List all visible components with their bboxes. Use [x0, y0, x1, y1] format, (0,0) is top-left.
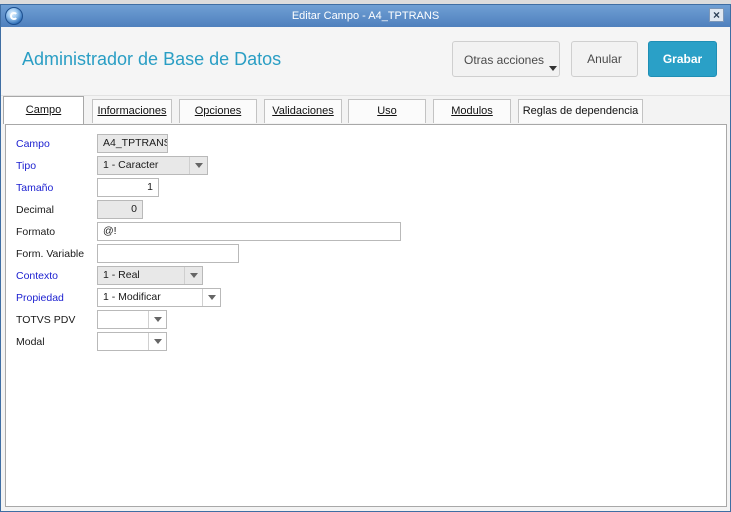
chevron-down-icon[interactable]: [184, 267, 202, 284]
tab-validaciones[interactable]: Validaciones: [264, 99, 342, 123]
contexto-value: 1 - Real: [103, 269, 140, 281]
form-variable-field[interactable]: [97, 244, 239, 263]
tab-reglas-de-dependencia[interactable]: Reglas de dependencia: [518, 99, 643, 123]
tamano-label: Tamaño: [16, 182, 54, 194]
tab-validaciones-label: Validaciones: [272, 105, 334, 117]
propiedad-label: Propiedad: [16, 292, 64, 304]
tab-reglas-label: Reglas de dependencia: [522, 105, 639, 117]
campo-form-panel: Campo A4_TPTRANS Tipo 1 - Caracter Tamañ…: [5, 124, 727, 507]
formato-field[interactable]: @!: [97, 222, 401, 241]
tab-informaciones[interactable]: Informaciones: [92, 99, 172, 123]
tipo-label: Tipo: [16, 160, 37, 172]
propiedad-select[interactable]: 1 - Modificar: [97, 288, 221, 307]
anular-button[interactable]: Anular: [571, 41, 638, 77]
tipo-select[interactable]: 1 - Caracter: [97, 156, 208, 175]
title-bar: Editar Campo - A4_TPTRANS ×: [1, 5, 730, 27]
window-title: Editar Campo - A4_TPTRANS: [291, 10, 440, 22]
decimal-label: Decimal: [16, 204, 54, 216]
tab-opciones[interactable]: Opciones: [179, 99, 257, 123]
contexto-label: Contexto: [16, 270, 59, 282]
header-bar: Administrador de Base de Datos Otras acc…: [1, 27, 730, 96]
chevron-down-icon[interactable]: [148, 311, 166, 328]
chevron-down-icon[interactable]: [189, 157, 207, 174]
tab-uso-label: Uso: [377, 105, 397, 117]
formato-label: Formato: [16, 226, 56, 238]
totvs-pdv-label: TOTVS PDV: [16, 314, 76, 326]
propiedad-value: 1 - Modificar: [103, 291, 161, 303]
campo-label: Campo: [16, 138, 50, 150]
campo-field[interactable]: A4_TPTRANS: [97, 134, 168, 153]
decimal-field[interactable]: 0: [97, 200, 143, 219]
tab-bar: Campo Informaciones Opciones Validacione…: [1, 96, 730, 125]
page-title: Administrador de Base de Datos: [22, 49, 282, 69]
tab-campo[interactable]: Campo: [3, 96, 84, 124]
chevron-down-icon[interactable]: [202, 289, 220, 306]
tab-modulos-label: Modulos: [451, 105, 493, 117]
dialog-window: Editar Campo - A4_TPTRANS × Administrado…: [0, 4, 731, 512]
modal-select[interactable]: [97, 332, 167, 351]
totvs-pdv-select[interactable]: [97, 310, 167, 329]
chevron-down-icon[interactable]: [148, 333, 166, 350]
close-icon[interactable]: ×: [709, 8, 724, 22]
tab-uso[interactable]: Uso: [348, 99, 426, 123]
tamano-field[interactable]: 1: [97, 178, 159, 197]
tab-informaciones-label: Informaciones: [97, 105, 167, 117]
grabar-button[interactable]: Grabar: [648, 41, 717, 77]
modal-label: Modal: [16, 336, 45, 348]
tipo-value: 1 - Caracter: [103, 159, 159, 171]
chevron-down-icon: [549, 66, 557, 71]
otras-acciones-label: Otras acciones: [464, 53, 545, 67]
contexto-select[interactable]: 1 - Real: [97, 266, 203, 285]
form-variable-label: Form. Variable: [16, 248, 85, 260]
tab-campo-label: Campo: [25, 104, 62, 116]
tab-opciones-label: Opciones: [194, 105, 242, 117]
tab-modulos[interactable]: Modulos: [433, 99, 511, 123]
otras-acciones-button[interactable]: Otras acciones: [452, 41, 560, 77]
